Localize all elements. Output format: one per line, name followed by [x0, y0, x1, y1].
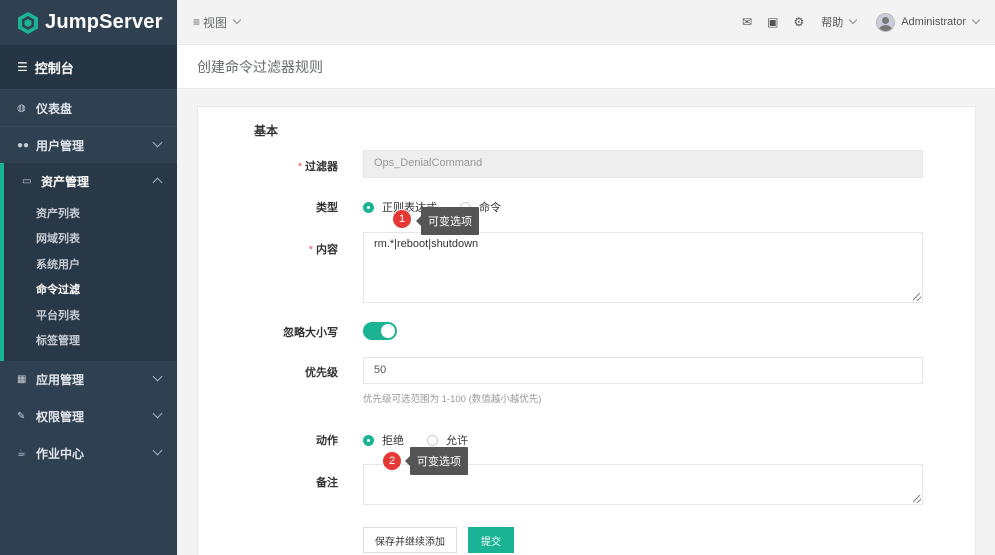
content-label: * 内容 — [309, 241, 338, 257]
callout-tooltip-1: 可变选项 — [416, 207, 479, 235]
action-option-allow[interactable]: 允许 — [427, 432, 468, 448]
filter-label-text: 过滤器 — [305, 161, 338, 173]
filter-label: * 过滤器 — [298, 158, 338, 174]
required-marker: * — [297, 161, 302, 173]
sidebar-item-dashboard[interactable]: ◍ 仪表盘 — [0, 89, 177, 126]
section-title: 基本 — [254, 124, 279, 138]
chevron-down-icon — [152, 408, 163, 419]
jumpserver-logo-icon — [18, 11, 38, 34]
radio-checked[interactable] — [363, 434, 374, 446]
action-label: 动作 — [316, 435, 338, 447]
sliders-icon: ☰ — [17, 60, 28, 74]
brand-name: JumpServer — [45, 11, 163, 33]
dashboard-icon: ◍ — [17, 102, 26, 114]
comment-label: 备注 — [316, 477, 338, 489]
sidebar-item-jobs[interactable]: ☕ 作业中心 — [0, 435, 177, 472]
sidebar-item-applications[interactable]: ▦ 应用管理 — [0, 361, 177, 398]
action-option-label: 允许 — [446, 435, 468, 447]
sidebar-item-label: 用户管理 — [36, 138, 85, 153]
filter-input[interactable]: Ops_DenialCommand — [363, 150, 923, 178]
chevron-down-icon — [971, 15, 981, 25]
callout-badge-1: 1 — [392, 209, 412, 229]
sidebar-console[interactable]: ☰ 控制台 — [0, 45, 177, 89]
chevron-up-icon — [152, 177, 163, 188]
sidebar-item-permissions[interactable]: ✎ 权限管理 — [0, 398, 177, 435]
users-icon: ●● — [17, 139, 30, 151]
user-name: Administrator — [901, 16, 966, 28]
resize-grip-icon[interactable] — [913, 495, 921, 503]
top-navbar: ≡ 视图 ✉ ▣ ⚙ 帮助 Administrator — [177, 0, 995, 45]
priority-label: 优先级 — [305, 367, 338, 379]
chevron-down-icon — [848, 15, 858, 25]
coffee-icon: ☕ — [17, 448, 26, 459]
radio-unchecked[interactable] — [427, 434, 438, 446]
sidebar-item-label: 作业中心 — [36, 447, 85, 461]
radio-checked[interactable] — [363, 201, 374, 213]
ignore-case-label: 忽略大小写 — [283, 327, 338, 339]
submenu-item-label-management[interactable]: 标签管理 — [4, 328, 177, 354]
submit-button[interactable]: 提交 — [468, 527, 514, 553]
content-label-text: 内容 — [316, 244, 338, 256]
content-text: rm.*|reboot|shutdown — [374, 238, 479, 250]
chevron-down-icon — [152, 137, 163, 148]
gear-icon[interactable]: ⚙ — [793, 15, 804, 29]
sidebar-item-label: 权限管理 — [36, 410, 85, 424]
sidebar-item-users[interactable]: ●● 用户管理 — [0, 126, 177, 163]
ignore-case-toggle[interactable] — [363, 322, 397, 340]
priority-help: 优先级可选范围为 1-100 (数值越小越优先) — [363, 394, 542, 405]
page-title: 创建命令过滤器规则 — [197, 58, 323, 75]
document-icon[interactable]: ▣ — [767, 15, 778, 29]
sidebar: JumpServer ☰ 控制台 ◍ 仪表盘 ●● 用户管理 ▭ 资产管理 资产… — [0, 0, 177, 555]
submenu-item-system-user[interactable]: 系统用户 — [4, 251, 177, 277]
edit-icon: ✎ — [17, 411, 26, 422]
submenu-item-command-filter[interactable]: 命令过滤 — [4, 277, 177, 303]
view-label: 视图 — [203, 15, 228, 30]
required-marker: * — [308, 244, 313, 256]
submenu-item-domain-list[interactable]: 网域列表 — [4, 226, 177, 252]
user-menu[interactable]: Administrator — [901, 15, 981, 28]
avatar[interactable] — [876, 12, 896, 32]
type-option-label: 命令 — [479, 202, 501, 214]
chevron-down-icon — [152, 445, 163, 456]
type-label: 类型 — [316, 202, 338, 214]
action-radio-group: 拒绝 允许 — [363, 432, 491, 448]
mail-icon[interactable]: ✉ — [742, 15, 752, 29]
callout-badge-2: 2 — [382, 451, 402, 471]
sidebar-item-label: 资产管理 — [41, 175, 90, 189]
chevron-down-icon — [232, 15, 242, 25]
top-right-actions: ✉ ▣ ⚙ 帮助 Administrator — [727, 12, 995, 32]
help-label: 帮助 — [821, 17, 844, 29]
submenu-item-asset-list[interactable]: 资产列表 — [4, 200, 177, 226]
view-menu-button[interactable]: ≡ 视图 — [193, 14, 242, 31]
menu-icon: ≡ — [193, 15, 201, 29]
console-label: 控制台 — [34, 60, 74, 76]
page-header: 创建命令过滤器规则 — [177, 45, 995, 89]
grid-icon: ▦ — [17, 374, 27, 385]
submenu-item-platform-list[interactable]: 平台列表 — [4, 302, 177, 328]
callout-tooltip-2: 可变选项 — [405, 447, 468, 475]
action-option-label: 拒绝 — [382, 435, 404, 447]
help-menu[interactable]: 帮助 — [821, 14, 858, 30]
save-and-continue-button[interactable]: 保存并继续添加 — [363, 527, 457, 553]
sidebar-item-label: 应用管理 — [36, 373, 85, 387]
inbox-icon: ▭ — [22, 176, 32, 187]
assets-submenu: 资产列表 网域列表 系统用户 命令过滤 平台列表 标签管理 — [0, 200, 177, 361]
chevron-down-icon — [152, 371, 163, 382]
brand-logo[interactable]: JumpServer — [0, 0, 177, 45]
resize-grip-icon[interactable] — [913, 293, 921, 301]
sidebar-item-assets[interactable]: ▭ 资产管理 — [0, 163, 177, 200]
form-card: 基本 * 过滤器 Ops_DenialCommand 类型 正则表达式 命令 * 内… — [197, 106, 976, 555]
content-textarea[interactable]: rm.*|reboot|shutdown — [363, 232, 923, 303]
sidebar-item-label: 仪表盘 — [36, 101, 73, 116]
priority-input[interactable]: 50 — [363, 357, 923, 384]
action-option-deny[interactable]: 拒绝 — [363, 432, 404, 448]
